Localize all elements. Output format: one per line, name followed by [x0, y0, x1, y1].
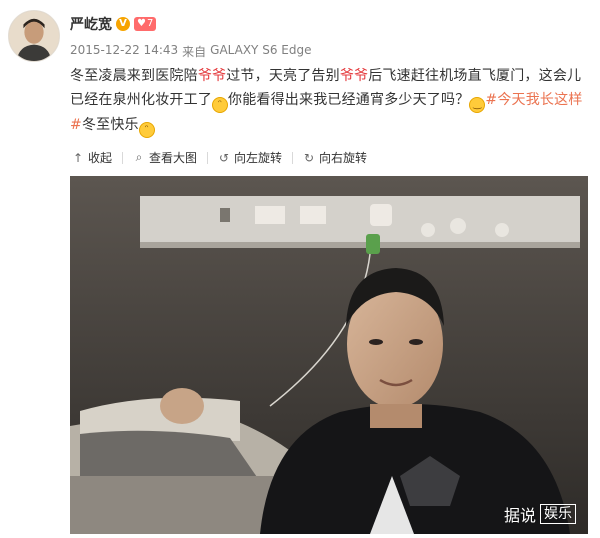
view-large-button[interactable]: ⌕ 查看大图: [133, 149, 197, 166]
rotate-right-label: 向右旋转: [319, 151, 368, 165]
post-meta: 2015-12-22 14:43 来自 GALAXY S6 Edge: [70, 43, 311, 60]
avatar[interactable]: [8, 10, 60, 62]
post-photo[interactable]: 据说 娱乐: [70, 176, 588, 534]
image-toolbar: ↑ 收起 ⌕ 查看大图 ↺ 向左旋转 ↻ 向右旋转: [72, 149, 367, 166]
grin-emoji-icon: ᵔ: [138, 122, 155, 138]
divider: [207, 151, 209, 164]
grin-emoji-icon: ᵔ: [212, 97, 228, 113]
username[interactable]: 严屹宽: [70, 14, 112, 34]
rotate-right-button[interactable]: ↻ 向右旋转: [303, 149, 367, 166]
rotate-left-icon: ↺: [219, 150, 230, 165]
post-timestamp[interactable]: 2015-12-22 14:43: [70, 43, 178, 60]
avatar-image: [9, 11, 59, 61]
arrow-up-icon: ↑: [72, 150, 84, 165]
level-badge-value: 7: [146, 18, 154, 29]
level-badge[interactable]: ♥ 7: [134, 17, 157, 31]
smile-emoji-icon: ‿: [469, 97, 486, 113]
hospital-selfie-image: [70, 176, 588, 534]
rotate-left-button[interactable]: ↺ 向左旋转: [218, 149, 282, 166]
divider: [292, 151, 294, 164]
watermark-right: 娱乐: [540, 504, 576, 524]
collapse-label: 收起: [88, 151, 113, 165]
keyword-highlight[interactable]: 爷爷: [340, 68, 368, 84]
post-text-segment: 冬至快乐: [81, 117, 139, 133]
post-text-segment: 你能看得出来我已经通宵多少天了吗？: [228, 92, 470, 108]
divider: [122, 151, 124, 164]
collapse-button[interactable]: ↑ 收起: [72, 149, 112, 166]
post-text-segment: 冬至凌晨来到医院陪: [70, 68, 198, 84]
post-device[interactable]: GALAXY S6 Edge: [210, 43, 311, 60]
rotate-left-label: 向左旋转: [234, 151, 283, 165]
rotate-right-icon: ↻: [304, 150, 315, 165]
post-text: 冬至凌晨来到医院陪爷爷过节，天亮了告别爷爷后飞速赶往机场直飞厦门，这会儿已经在泉…: [70, 64, 592, 138]
heart-icon: ♥: [137, 18, 146, 29]
user-line: 严屹宽 V ♥ 7: [70, 14, 157, 34]
magnifier-icon: ⌕: [135, 150, 143, 164]
weibo-post: 严屹宽 V ♥ 7 2015-12-22 14:43 来自 GALAXY S6 …: [0, 0, 600, 538]
watermark: 据说 娱乐: [504, 502, 576, 526]
keyword-highlight[interactable]: 爷爷: [198, 68, 226, 84]
post-text-segment: 过节，天亮了告别: [226, 68, 340, 84]
view-large-label: 查看大图: [149, 151, 198, 165]
verified-badge-icon[interactable]: V: [116, 17, 130, 31]
watermark-left: 据说: [503, 506, 536, 525]
source-prefix: 来自: [182, 45, 207, 59]
